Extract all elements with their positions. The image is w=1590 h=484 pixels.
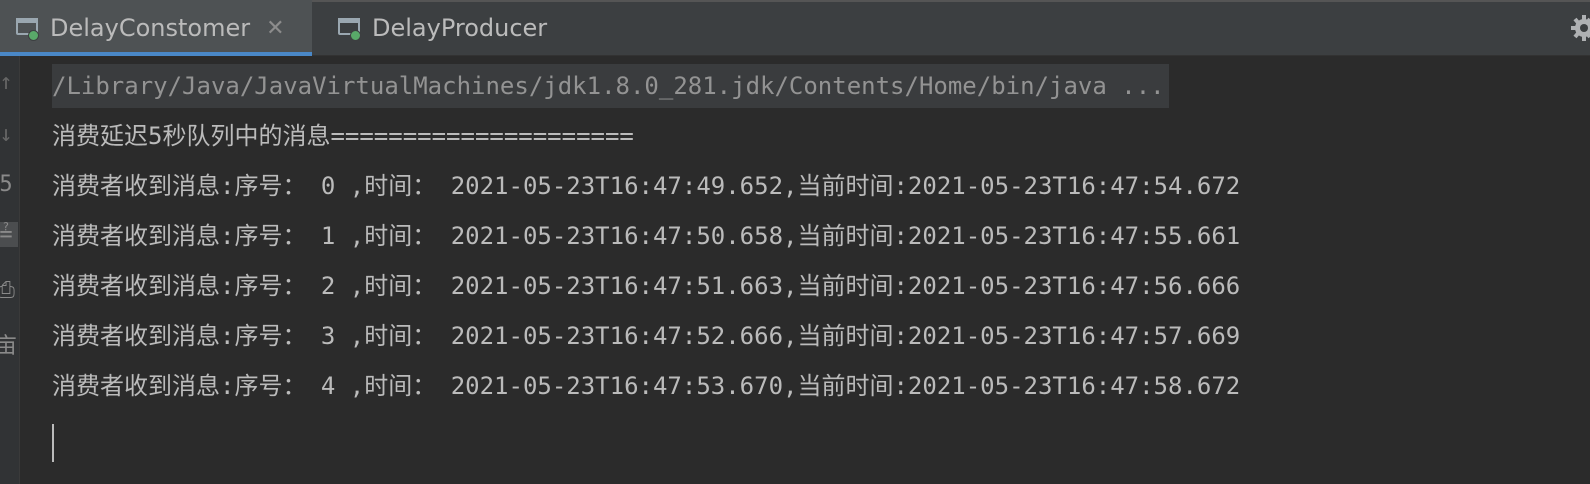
scroll-up-icon[interactable]: ↑ [0,70,18,95]
console-log-line: 消费者收到消息:序号： 3 ,时间： 2021-05-23T16:47:52.6… [52,322,1241,350]
gear-icon[interactable] [1562,14,1590,42]
soft-wrap-icon[interactable]: ≟ [0,222,18,247]
console-log-line: 消费者收到消息:序号： 0 ,时间： 2021-05-23T16:47:49.6… [52,172,1241,200]
tab-label: DelayProducer [372,14,548,42]
rerun-icon[interactable]: 5 [0,172,18,197]
trash-icon[interactable]: 亩 [0,328,18,360]
console-header-line: 消费延迟5秒队列中的消息===================== [52,122,634,150]
text-caret [52,424,54,462]
console-output[interactable]: /Library/Java/JavaVirtualMachines/jdk1.8… [52,60,1572,480]
run-console-icon [16,18,40,41]
tab-delay-constomer[interactable]: DelayConstomer ✕ [0,0,312,56]
console-log-line: 消费者收到消息:序号： 1 ,时间： 2021-05-23T16:47:50.6… [52,222,1241,250]
left-tool-gutter: ↑ ↓ 5 ≟ ⎙ 亩 [0,56,20,484]
tab-label: DelayConstomer [50,14,251,42]
tab-delay-producer[interactable]: DelayProducer [338,0,578,56]
console-log-line: 消费者收到消息:序号： 4 ,时间： 2021-05-23T16:47:53.6… [52,372,1241,400]
command-line: /Library/Java/JavaVirtualMachines/jdk1.8… [52,64,1169,108]
run-console-icon [338,18,362,41]
print-icon[interactable]: ⎙ [0,278,18,303]
run-tab-bar: DelayConstomer ✕ DelayProducer [0,0,1590,56]
scroll-down-icon[interactable]: ↓ [0,122,18,147]
close-icon[interactable]: ✕ [266,16,284,41]
console-log-line: 消费者收到消息:序号： 2 ,时间： 2021-05-23T16:47:51.6… [52,272,1241,300]
